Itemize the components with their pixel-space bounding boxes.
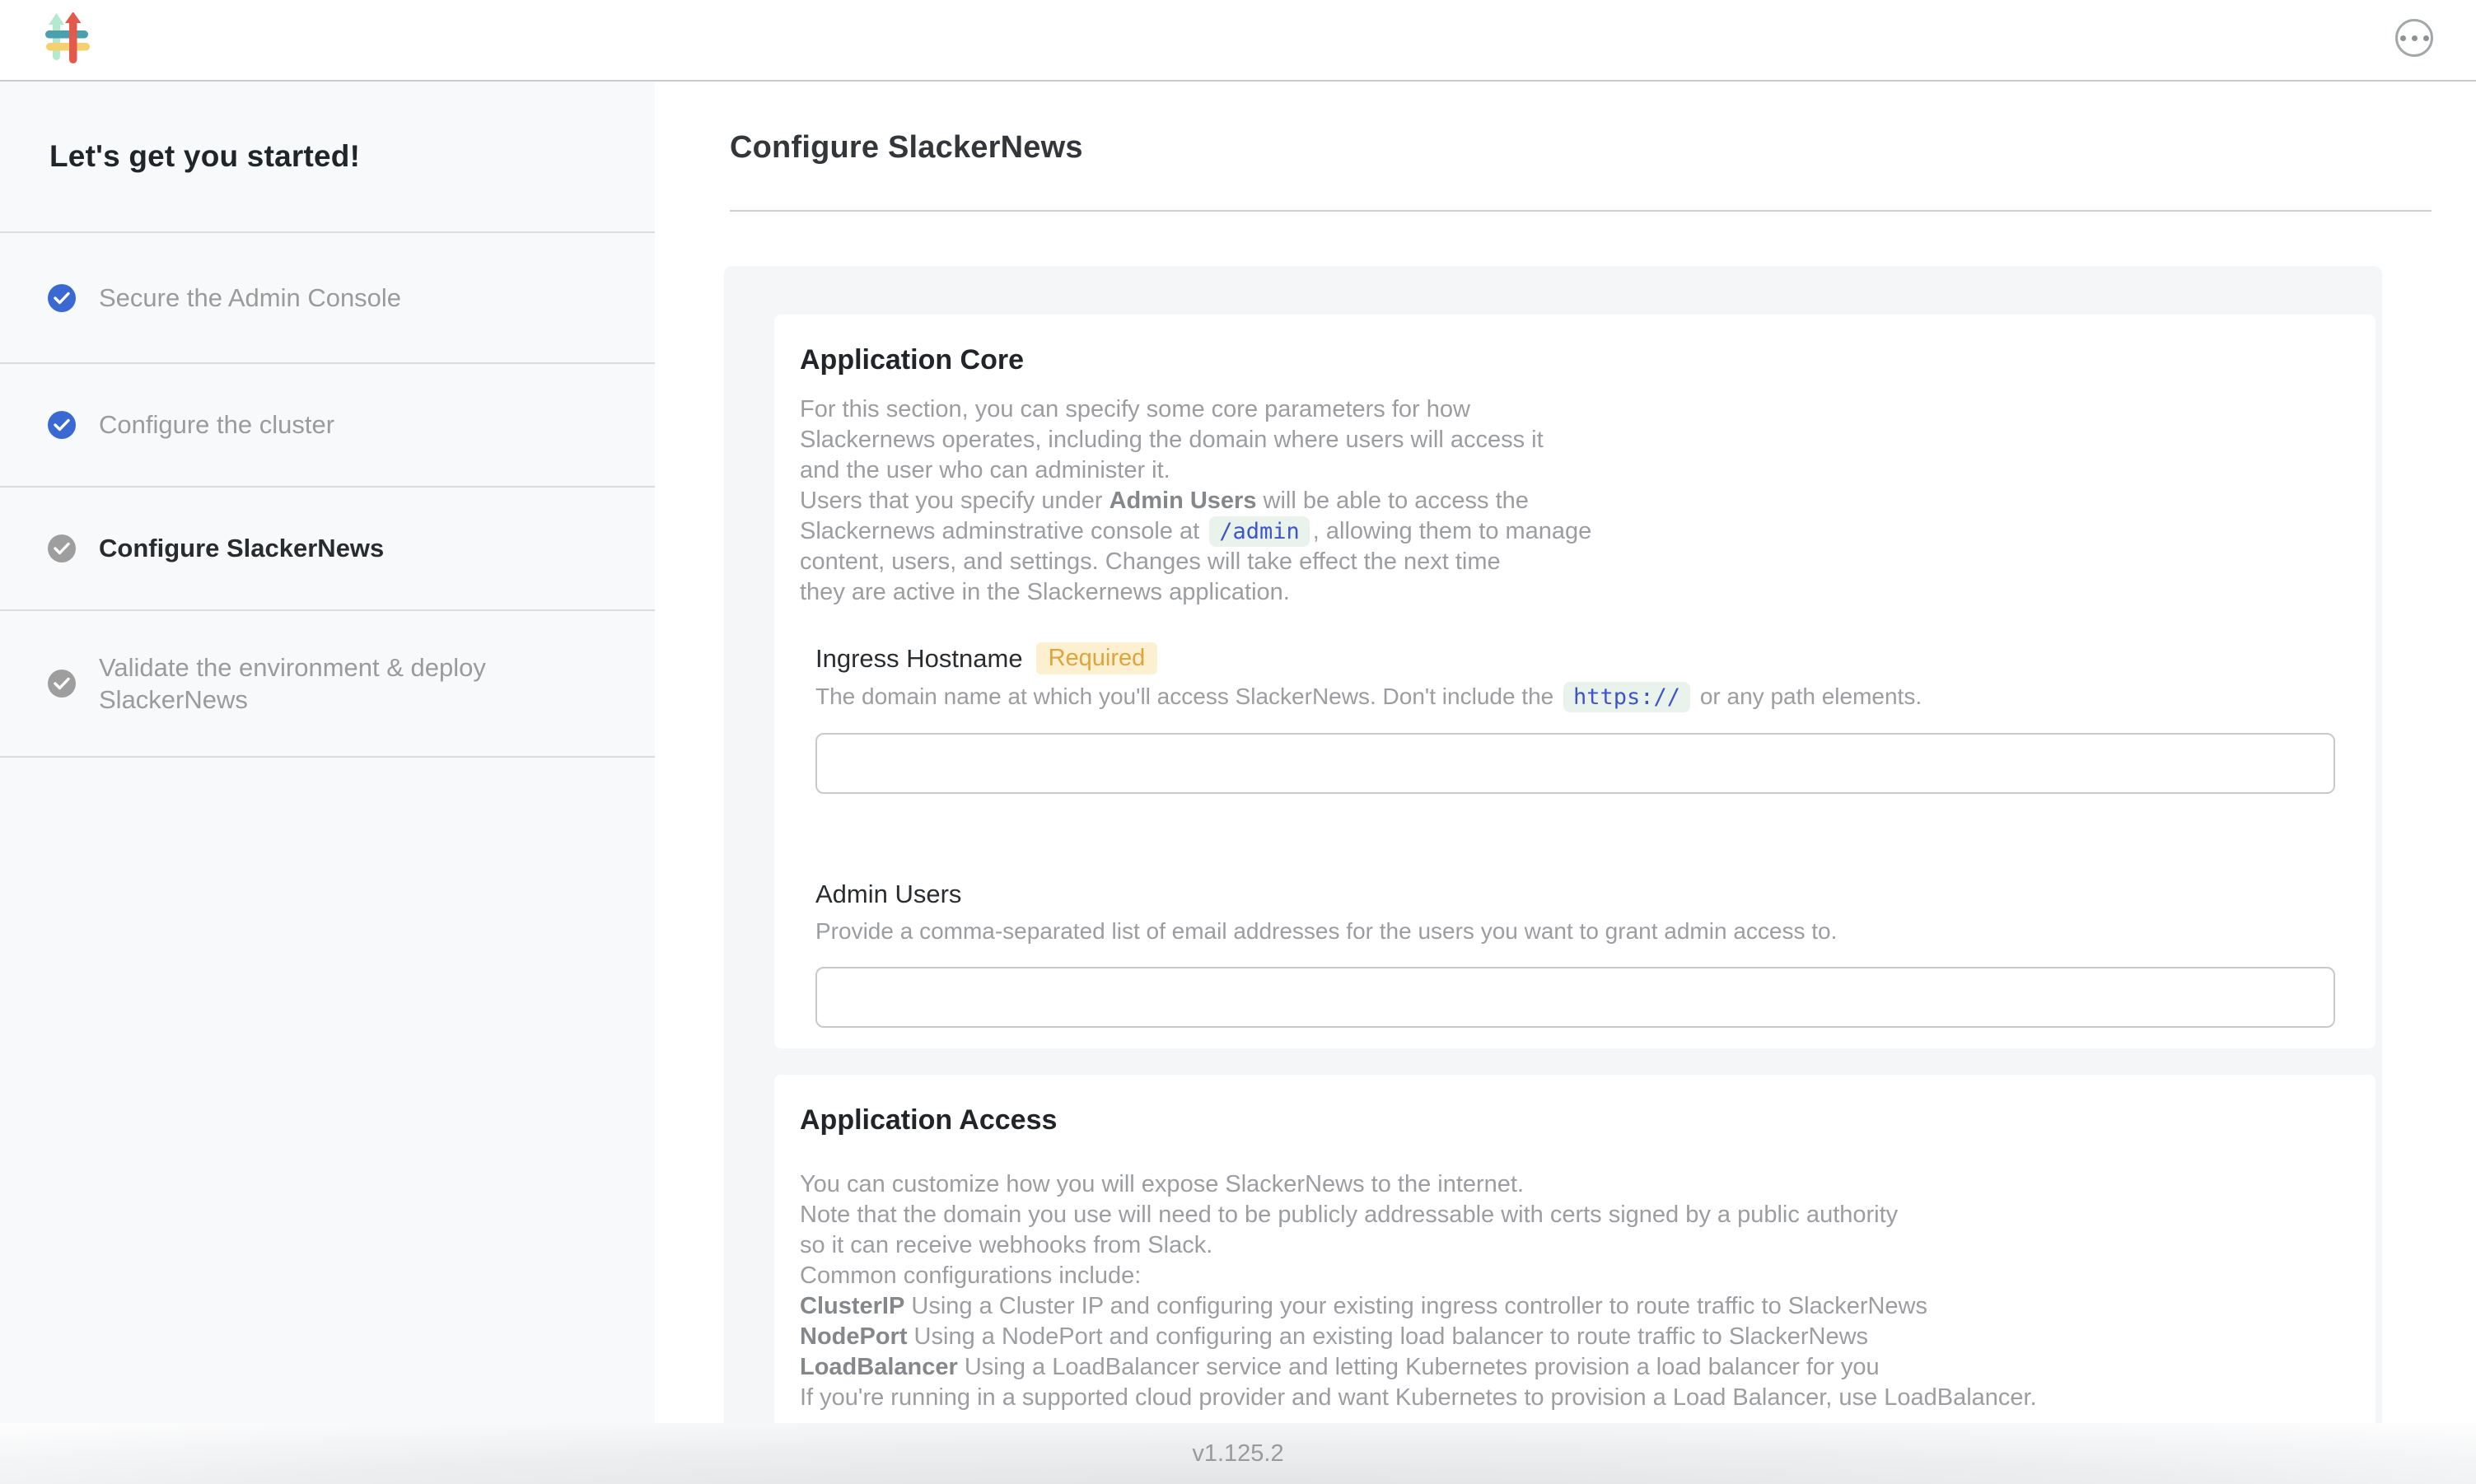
https-code-chip: https://: [1563, 682, 1690, 712]
admin-users-label: Admin Users: [815, 880, 2335, 909]
setup-wizard-page: Let's get you started! Secure the Admin …: [0, 0, 2476, 1484]
app-version: v1.125.2: [1192, 1440, 1283, 1468]
step-label: Secure the Admin Console: [99, 282, 401, 314]
page-title: Configure SlackerNews: [730, 130, 1083, 166]
application-access-description: You can customize how you will expose Sl…: [800, 1169, 2335, 1413]
config-panel: Application Core For this section, you c…: [724, 266, 2382, 1484]
step-pending-icon: [48, 670, 76, 698]
application-access-heading: Application Access: [800, 1075, 2335, 1136]
footer: v1.125.2: [0, 1423, 2476, 1484]
ingress-hostname-help: The domain name at which you'll access S…: [815, 683, 2335, 712]
sidebar-step-secure-admin-console[interactable]: Secure the Admin Console: [0, 233, 655, 364]
application-core-description: For this section, you can specify some c…: [800, 394, 2335, 608]
required-badge: Required: [1036, 642, 1158, 674]
ingress-hostname-input[interactable]: [815, 733, 2335, 794]
title-divider: [730, 210, 2432, 212]
step-complete-icon: [48, 411, 76, 439]
sidebar-step-validate-deploy[interactable]: Validate the environment & deploy Slacke…: [0, 611, 655, 758]
step-label: Configure the cluster: [99, 408, 334, 441]
step-label: Validate the environment & deploy Slacke…: [99, 651, 556, 716]
step-complete-icon: [48, 284, 76, 312]
admin-users-input[interactable]: [815, 967, 2335, 1028]
application-core-card: Application Core For this section, you c…: [774, 315, 2376, 1048]
setup-steps-sidebar: Let's get you started! Secure the Admin …: [0, 82, 655, 1484]
ingress-hostname-label: Ingress Hostname Required: [815, 642, 2335, 674]
clusterip-option: ClusterIP Using a Cluster IP and configu…: [800, 1291, 2335, 1322]
slackernews-logo-icon: [45, 12, 90, 65]
admin-users-help: Provide a comma-separated list of email …: [815, 917, 2335, 945]
application-core-heading: Application Core: [800, 315, 2335, 376]
admin-path-code-chip: /admin: [1209, 516, 1310, 547]
sidebar-step-configure-cluster[interactable]: Configure the cluster: [0, 364, 655, 488]
ellipsis-icon: [2400, 35, 2406, 41]
loadbalancer-option: LoadBalancer Using a LoadBalancer servic…: [800, 1352, 2335, 1383]
overflow-menu-button[interactable]: [2395, 19, 2433, 57]
step-pending-icon: [48, 534, 76, 562]
sidebar-heading: Let's get you started!: [0, 82, 655, 233]
sidebar-step-configure-slackernews[interactable]: Configure SlackerNews: [0, 488, 655, 611]
nodeport-option: NodePort Using a NodePort and configurin…: [800, 1322, 2335, 1352]
top-bar: [0, 0, 2476, 82]
step-label: Configure SlackerNews: [99, 532, 384, 564]
